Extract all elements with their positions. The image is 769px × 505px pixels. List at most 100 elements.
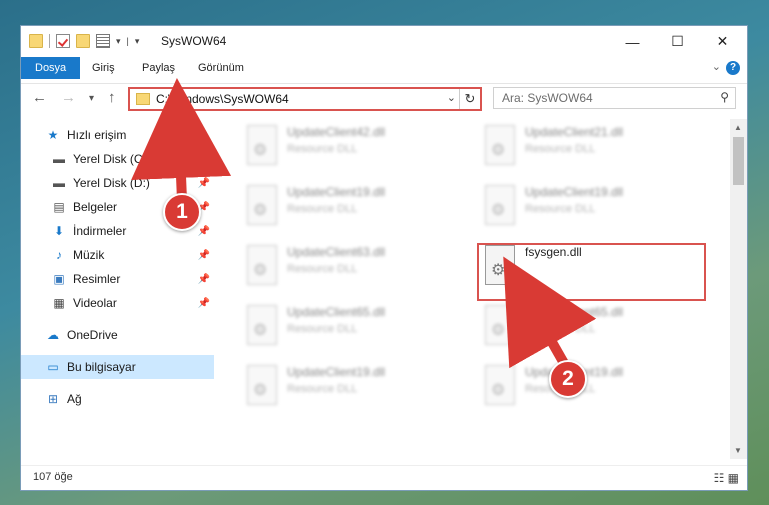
sidebar-item-local-disk-c[interactable]: ▬ Yerel Disk (C:) 📌: [21, 147, 214, 171]
navigation-bar: ← → ▾ ↑ C:\Windows\SysWOW64 ⌄ ↻ Ara: Sys…: [21, 83, 747, 114]
drive-icon: ▬: [53, 176, 65, 190]
sidebar-item-label: Hızlı erişim: [67, 128, 127, 142]
sidebar-item-label: Yerel Disk (D:): [73, 176, 150, 190]
computer-icon: ▭: [47, 360, 59, 374]
file-name: UpdateClient42.dll: [287, 125, 386, 139]
qat-dropdown-icon[interactable]: ▾: [135, 36, 140, 47]
sidebar-item-local-disk-d[interactable]: ▬ Yerel Disk (D:) 📌: [21, 171, 214, 195]
sidebar-item-music[interactable]: ♪ Müzik 📌: [21, 243, 214, 267]
pin-icon[interactable]: 📌: [198, 178, 210, 189]
ribbon-tabs: Dosya Giriş Paylaş Görünüm ⌄ ?: [21, 57, 747, 79]
list-item[interactable]: UpdateClient19.dll Resource DLL: [241, 359, 461, 411]
tab-gorunum[interactable]: Görünüm: [198, 57, 244, 79]
dll-file-icon: [485, 185, 515, 225]
sidebar-item-quick-access[interactable]: ★ Hızlı erişim: [21, 123, 214, 147]
item-count: 107 öğe: [33, 471, 73, 483]
list-item[interactable]: UpdateClient65.dll Resource DLL: [479, 299, 699, 351]
close-button[interactable]: ✕: [700, 26, 745, 57]
back-arrow-icon[interactable]: ←: [32, 89, 47, 106]
scroll-down-icon[interactable]: ▼: [734, 446, 742, 455]
dll-file-icon: [247, 305, 277, 345]
dll-file-icon: [247, 245, 277, 285]
quick-access-toolbar: ▾ | ▾: [29, 34, 139, 48]
list-item[interactable]: UpdateClient19.dll Resource DLL: [241, 179, 461, 231]
toolbar-separator-line: |: [126, 36, 129, 46]
dll-file-icon: [485, 365, 515, 405]
file-name: UpdateClient65.dll: [287, 305, 386, 319]
list-item[interactable]: UpdateClient65.dll Resource DLL: [241, 299, 461, 351]
new-folder-icon[interactable]: [76, 34, 90, 48]
expand-ribbon-icon[interactable]: ⌄: [712, 60, 721, 73]
dll-file-icon: [247, 125, 277, 165]
file-name: UpdateClient65.dll: [525, 305, 624, 319]
customize-dropdown-icon[interactable]: ▾: [116, 36, 121, 47]
pin-icon[interactable]: 📌: [198, 250, 210, 261]
pictures-icon: ▣: [53, 272, 65, 286]
sidebar-item-label: Ağ: [67, 392, 82, 406]
pin-icon[interactable]: 📌: [198, 154, 210, 165]
status-bar: 107 öğe ☷ ▦: [21, 465, 747, 490]
refresh-icon[interactable]: ↻: [459, 89, 480, 109]
sidebar-item-onedrive[interactable]: ☁ OneDrive: [21, 323, 214, 347]
up-arrow-icon[interactable]: ↑: [108, 89, 116, 106]
pin-icon[interactable]: 📌: [198, 298, 210, 309]
download-icon: ⬇: [53, 224, 65, 238]
search-icon[interactable]: ⚲: [720, 90, 729, 104]
pin-icon[interactable]: 📌: [198, 274, 210, 285]
window-title: SysWOW64: [161, 34, 227, 48]
file-name: UpdateClient19.dll: [287, 185, 386, 199]
navigation-pane: ★ Hızlı erişim ▬ Yerel Disk (C:) 📌 ▬ Yer…: [21, 119, 214, 459]
list-item[interactable]: UpdateClient21.dll Resource DLL: [479, 119, 699, 171]
sidebar-item-pictures[interactable]: ▣ Resimler 📌: [21, 267, 214, 291]
star-icon: ★: [47, 128, 59, 142]
help-icon[interactable]: ?: [726, 61, 740, 75]
sidebar-item-label: Resimler: [73, 272, 121, 286]
address-bar[interactable]: C:\Windows\SysWOW64 ⌄ ↻: [128, 87, 482, 111]
network-icon: ⊞: [47, 392, 59, 406]
toolbar-separator: [49, 34, 50, 48]
address-dropdown-icon[interactable]: ⌄: [447, 91, 456, 104]
file-name: UpdateClient19.dll: [525, 185, 624, 199]
view-toggle-icons[interactable]: ☷ ▦: [714, 471, 739, 485]
folder-icon: [29, 34, 43, 48]
recent-locations-chevron-icon[interactable]: ▾: [89, 93, 94, 104]
sidebar-item-label: İndirmeler: [73, 224, 127, 238]
tab-dosya[interactable]: Dosya: [21, 57, 81, 79]
forward-arrow-icon[interactable]: →: [61, 89, 76, 106]
list-item[interactable]: UpdateClient19.dll Resource DLL: [479, 179, 699, 231]
pin-icon[interactable]: 📌: [198, 226, 210, 237]
tab-giris[interactable]: Giriş: [92, 57, 115, 79]
list-item[interactable]: UpdateClient19.dll Resource DLL: [479, 359, 699, 411]
properties-icon[interactable]: [96, 34, 110, 48]
list-item[interactable]: UpdateClient63.dll Resource DLL: [241, 239, 461, 291]
sidebar-item-network[interactable]: ⊞ Ağ: [21, 387, 214, 411]
drive-icon: ▬: [53, 152, 65, 166]
minimize-button[interactable]: —: [610, 26, 655, 57]
sidebar-item-label: Yerel Disk (C:): [73, 152, 150, 166]
maximize-button[interactable]: ☐: [655, 26, 700, 57]
sidebar-item-label: OneDrive: [67, 328, 118, 342]
address-folder-icon: [136, 93, 150, 105]
sidebar-item-label: Müzik: [73, 248, 105, 262]
tab-paylas[interactable]: Paylaş: [142, 57, 175, 79]
vertical-scrollbar[interactable]: ▲ ▼: [730, 119, 747, 459]
file-description: Resource DLL: [525, 323, 596, 335]
step-2-badge: 2: [549, 360, 587, 398]
file-description: Resource DLL: [287, 203, 358, 215]
sidebar-item-videos[interactable]: ▦ Videolar 📌: [21, 291, 214, 315]
music-icon: ♪: [56, 248, 62, 262]
sidebar-item-label: Bu bilgisayar: [67, 360, 136, 374]
title-bar: ▾ | ▾ SysWOW64 — ☐ ✕: [21, 26, 747, 57]
dll-file-icon: [485, 125, 515, 165]
file-description: Resource DLL: [525, 143, 596, 155]
file-description: Resource DLL: [287, 323, 358, 335]
search-input[interactable]: Ara: SysWOW64 ⚲: [493, 87, 736, 109]
address-path[interactable]: C:\Windows\SysWOW64: [156, 92, 289, 106]
scroll-up-icon[interactable]: ▲: [734, 123, 742, 132]
step-1-badge: 1: [163, 193, 201, 231]
sidebar-item-this-pc[interactable]: ▭ Bu bilgisayar: [21, 355, 214, 379]
properties-check-icon[interactable]: [56, 34, 70, 48]
file-description: Resource DLL: [525, 203, 596, 215]
list-item[interactable]: UpdateClient42.dll Resource DLL: [241, 119, 461, 171]
scroll-thumb[interactable]: [733, 137, 744, 185]
